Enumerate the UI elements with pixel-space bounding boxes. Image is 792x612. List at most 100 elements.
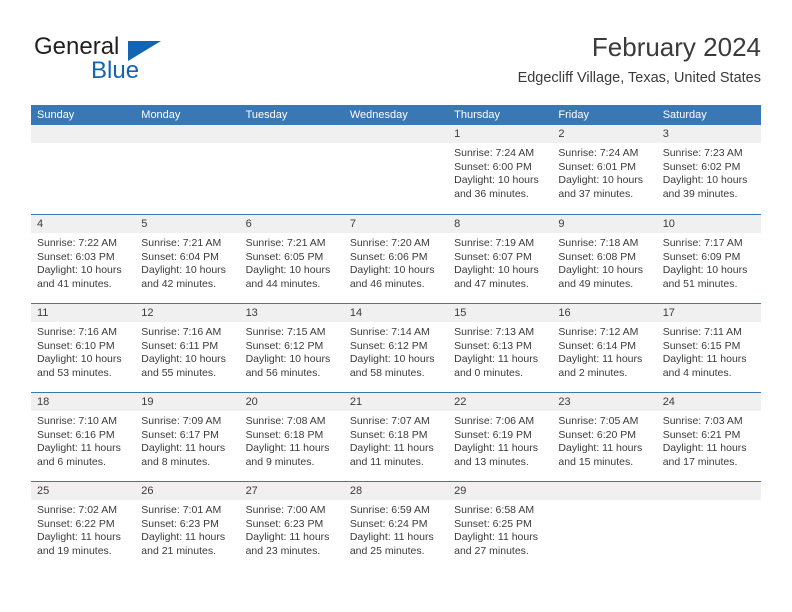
calendar-day-cell[interactable]: 10 Sunrise: 7:17 AM Sunset: 6:09 PM Dayligh…: [656, 215, 761, 303]
day-number: 9: [552, 215, 657, 233]
sunrise-text: Sunrise: 7:22 AM: [37, 237, 117, 249]
calendar-day-cell[interactable]: 8 Sunrise: 7:19 AM Sunset: 6:07 PM Daylight…: [448, 215, 553, 303]
day-sun-info: Sunrise: 7:09 AM Sunset: 6:17 PM Daylight:…: [135, 411, 239, 469]
calendar-day-cell[interactable]: 21 Sunrise: 7:07 AM Sunset: 6:18 PM Dayligh…: [343, 393, 449, 481]
calendar-day-cell[interactable]: 29 Sunrise: 6:58 AM Sunset: 6:25 PM Dayligh…: [448, 482, 553, 570]
calendar-day-cell[interactable]: 9 Sunrise: 7:18 AM Sunset: 6:08 PM Daylight…: [552, 215, 657, 303]
calendar-day-cell[interactable]: 6 Sunrise: 7:21 AM Sunset: 6:05 PM Daylight…: [239, 215, 344, 303]
calendar-day-cell-empty: [552, 482, 657, 570]
day-number: 29: [448, 482, 553, 500]
sunrise-text: Sunrise: 7:24 AM: [558, 147, 639, 159]
sunrise-text: Sunrise: 6:58 AM: [454, 504, 535, 516]
calendar-day-cell[interactable]: 3 Sunrise: 7:23 AM Sunset: 6:02 PM Daylight…: [656, 125, 761, 214]
sunset-text: Sunset: 6:10 PM: [37, 339, 115, 352]
calendar-day-cell[interactable]: 16 Sunrise: 7:12 AM Sunset: 6:14 PM Dayligh…: [552, 304, 657, 392]
sunset-text: Sunset: 6:05 PM: [245, 250, 324, 263]
day-sun-info: Sunrise: 7:13 AM Sunset: 6:13 PM Daylight:…: [448, 322, 552, 380]
daylight-text: Daylight: 11 hours and 23 minutes.: [245, 531, 330, 557]
calendar-day-cell[interactable]: 28 Sunrise: 6:59 AM Sunset: 6:24 PM Dayligh…: [343, 482, 449, 570]
day-number: 6: [239, 215, 344, 233]
calendar-day-cell[interactable]: 13 Sunrise: 7:15 AM Sunset: 6:12 PM Dayligh…: [239, 304, 344, 392]
calendar-day-cell[interactable]: 15 Sunrise: 7:13 AM Sunset: 6:13 PM Dayligh…: [448, 304, 553, 392]
calendar-day-cell[interactable]: 4 Sunrise: 7:22 AM Sunset: 6:03 PM Daylight…: [31, 215, 136, 303]
sunrise-text: Sunrise: 7:23 AM: [662, 147, 743, 159]
daylight-text: Daylight: 11 hours and 19 minutes.: [37, 531, 121, 557]
calendar-day-cell[interactable]: 7 Sunrise: 7:20 AM Sunset: 6:06 PM Daylight…: [343, 215, 449, 303]
sunrise-text: Sunrise: 6:59 AM: [349, 504, 430, 516]
title-block: February 2024 Edgecliff Village, Texas, …: [518, 30, 761, 89]
sunset-text: Sunset: 6:16 PM: [37, 428, 115, 441]
calendar-week-row: 1 Sunrise: 7:24 AM Sunset: 6:00 PM Daylight…: [31, 125, 761, 214]
day-sun-info: Sunrise: 6:58 AM Sunset: 6:25 PM Daylight:…: [448, 500, 552, 558]
sunrise-text: Sunrise: 7:15 AM: [245, 326, 326, 338]
daylight-text: Daylight: 11 hours and 17 minutes.: [662, 442, 747, 468]
calendar-day-cell[interactable]: 14 Sunrise: 7:14 AM Sunset: 6:12 PM Dayligh…: [343, 304, 449, 392]
sunrise-text: Sunrise: 7:07 AM: [349, 415, 430, 427]
calendar-day-cell[interactable]: 25 Sunrise: 7:02 AM Sunset: 6:22 PM Dayligh…: [31, 482, 136, 570]
daylight-text: Daylight: 11 hours and 25 minutes.: [349, 531, 434, 557]
day-sun-info: Sunrise: 7:23 AM Sunset: 6:02 PM Daylight:…: [657, 143, 761, 201]
daylight-text: Daylight: 11 hours and 2 minutes.: [558, 353, 643, 379]
calendar-day-cell[interactable]: 22 Sunrise: 7:06 AM Sunset: 6:19 PM Dayligh…: [448, 393, 553, 481]
general-blue-logo[interactable]: General Blue: [31, 34, 261, 96]
calendar-day-cell[interactable]: 19 Sunrise: 7:09 AM Sunset: 6:17 PM Dayligh…: [135, 393, 240, 481]
day-number: 19: [135, 393, 240, 411]
weekday-header-wednesday: Wednesday: [349, 109, 408, 121]
calendar-day-cell[interactable]: 5 Sunrise: 7:21 AM Sunset: 6:04 PM Daylight…: [135, 215, 240, 303]
day-number: 22: [448, 393, 553, 411]
calendar-day-cell[interactable]: 2 Sunrise: 7:24 AM Sunset: 6:01 PM Daylight…: [552, 125, 657, 214]
daylight-text: Daylight: 11 hours and 15 minutes.: [558, 442, 643, 468]
sunset-text: Sunset: 6:14 PM: [558, 339, 637, 352]
calendar-day-cell[interactable]: 18 Sunrise: 7:10 AM Sunset: 6:16 PM Dayligh…: [31, 393, 136, 481]
calendar-day-cell[interactable]: 23 Sunrise: 7:05 AM Sunset: 6:20 PM Dayligh…: [552, 393, 657, 481]
sunset-text: Sunset: 6:07 PM: [454, 250, 532, 263]
sunset-text: Sunset: 6:08 PM: [558, 250, 637, 263]
day-sun-info: Sunrise: 7:01 AM Sunset: 6:23 PM Daylight:…: [135, 500, 239, 558]
day-sun-info: Sunrise: 7:14 AM Sunset: 6:12 PM Daylight:…: [344, 322, 448, 380]
calendar-day-cell[interactable]: 1 Sunrise: 7:24 AM Sunset: 6:00 PM Daylight…: [448, 125, 553, 214]
calendar-day-cell[interactable]: 26 Sunrise: 7:01 AM Sunset: 6:23 PM Dayligh…: [135, 482, 240, 570]
sunset-text: Sunset: 6:06 PM: [349, 250, 428, 263]
daylight-text: Daylight: 10 hours and 39 minutes.: [662, 174, 748, 200]
day-number: [31, 125, 136, 143]
day-sun-info: Sunrise: 7:03 AM Sunset: 6:21 PM Daylight:…: [657, 411, 761, 469]
day-sun-info: Sunrise: 7:19 AM Sunset: 6:07 PM Daylight:…: [448, 233, 552, 291]
sunrise-text: Sunrise: 7:01 AM: [141, 504, 222, 516]
calendar-grid: Sunday Monday Tuesday Wednesday Thursday…: [31, 105, 761, 570]
page-header: General Blue February 2024 Edgecliff Vil…: [31, 30, 761, 98]
day-sun-info: Sunrise: 7:11 AM Sunset: 6:15 PM Daylight:…: [657, 322, 761, 380]
day-sun-info: Sunrise: 7:17 AM Sunset: 6:09 PM Daylight:…: [657, 233, 761, 291]
calendar-day-cell[interactable]: 27 Sunrise: 7:00 AM Sunset: 6:23 PM Dayligh…: [239, 482, 344, 570]
sunset-text: Sunset: 6:12 PM: [349, 339, 428, 352]
calendar-day-cell[interactable]: 24 Sunrise: 7:03 AM Sunset: 6:21 PM Dayligh…: [656, 393, 761, 481]
daylight-text: Daylight: 11 hours and 8 minutes.: [141, 442, 226, 468]
calendar-day-cell[interactable]: 17 Sunrise: 7:11 AM Sunset: 6:15 PM Dayligh…: [656, 304, 761, 392]
day-number: 16: [552, 304, 657, 322]
day-number: 14: [343, 304, 449, 322]
calendar-week-row: 18 Sunrise: 7:10 AM Sunset: 6:16 PM Dayligh…: [31, 392, 761, 481]
sunset-text: Sunset: 6:00 PM: [454, 160, 532, 173]
day-number: 24: [656, 393, 761, 411]
day-number: [656, 482, 761, 500]
daylight-text: Daylight: 11 hours and 9 minutes.: [245, 442, 330, 468]
calendar-day-cell[interactable]: 12 Sunrise: 7:16 AM Sunset: 6:11 PM Dayligh…: [135, 304, 240, 392]
day-number: 10: [656, 215, 761, 233]
sunrise-text: Sunrise: 7:06 AM: [454, 415, 535, 427]
weekday-header-tuesday: Tuesday: [245, 109, 288, 121]
calendar-day-cell[interactable]: 20 Sunrise: 7:08 AM Sunset: 6:18 PM Dayligh…: [239, 393, 344, 481]
day-sun-info: Sunrise: 7:21 AM Sunset: 6:04 PM Daylight:…: [135, 233, 239, 291]
sunset-text: Sunset: 6:17 PM: [141, 428, 219, 441]
sunrise-text: Sunrise: 7:05 AM: [558, 415, 639, 427]
daylight-text: Daylight: 11 hours and 6 minutes.: [37, 442, 121, 468]
day-number: 18: [31, 393, 136, 411]
sunset-text: Sunset: 6:20 PM: [558, 428, 637, 441]
day-sun-info: Sunrise: 7:16 AM Sunset: 6:10 PM Daylight:…: [31, 322, 135, 380]
day-number: [239, 125, 344, 143]
sunrise-text: Sunrise: 7:00 AM: [245, 504, 326, 516]
calendar-day-cell-empty: [239, 125, 344, 214]
daylight-text: Daylight: 11 hours and 27 minutes.: [454, 531, 538, 557]
sunrise-text: Sunrise: 7:16 AM: [141, 326, 222, 338]
sunrise-text: Sunrise: 7:19 AM: [454, 237, 535, 249]
calendar-day-cell[interactable]: 11 Sunrise: 7:16 AM Sunset: 6:10 PM Dayligh…: [31, 304, 136, 392]
daylight-text: Daylight: 10 hours and 55 minutes.: [141, 353, 226, 379]
